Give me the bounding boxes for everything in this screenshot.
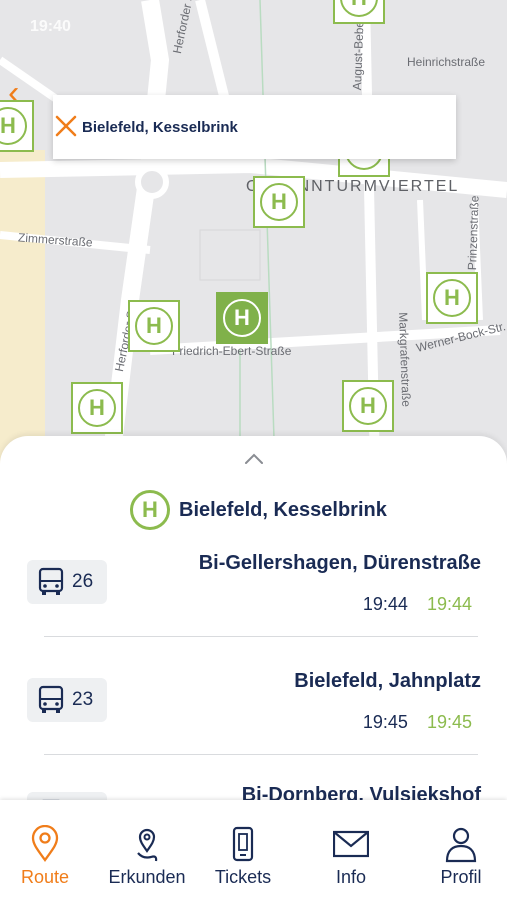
location-pin-icon	[31, 825, 59, 862]
stop-h-icon: H	[260, 183, 298, 221]
selected-stop-label: Bielefeld, Kesselbrink	[82, 118, 238, 136]
sheet-header: H Bielefeld, Kesselbrink	[130, 490, 387, 530]
departure-times: 19:45 19:45	[363, 712, 472, 733]
stop-marker[interactable]: H	[253, 176, 305, 228]
stop-marker-selected[interactable]: H	[216, 292, 268, 344]
chevron-up-icon[interactable]	[244, 452, 264, 466]
street-label: August-Bebel	[350, 17, 367, 91]
tab-erkunden[interactable]: Erkunden	[97, 825, 197, 888]
line-number: 26	[72, 571, 94, 592]
realtime-time: 19:44	[426, 594, 472, 614]
person-icon	[445, 827, 477, 863]
departure-row[interactable]: 26 Bi-Gellershagen, Dürenstraße 19:44 19…	[0, 544, 507, 662]
line-badge: 23	[27, 678, 107, 722]
stop-marker[interactable]: H	[0, 100, 34, 152]
bus-icon	[38, 567, 64, 595]
selected-stop-box[interactable]: Bielefeld, Kesselbrink	[53, 95, 456, 159]
stop-name: Bielefeld, Kesselbrink	[179, 498, 387, 521]
tab-label: Info	[335, 867, 367, 887]
street-label: Prinzenstraße	[465, 195, 482, 271]
tab-label: Erkunden	[108, 867, 186, 887]
stop-h-icon: H	[349, 387, 387, 425]
tab-label: Tickets	[214, 867, 272, 887]
close-icon[interactable]	[53, 113, 79, 139]
street-label: Friedrich-Ebert-Straße	[172, 344, 292, 358]
stop-marker[interactable]: H	[333, 0, 385, 24]
stop-marker[interactable]: H	[426, 272, 478, 324]
departure-times: 19:44 19:44	[363, 594, 472, 615]
envelope-icon	[333, 830, 369, 858]
line-badge: 26	[27, 560, 107, 604]
departures-sheet: H Bielefeld, Kesselbrink 26 Bi-Gellersha…	[0, 436, 507, 836]
stop-marker[interactable]: H	[128, 300, 180, 352]
bottom-tab-bar: Route Erkunden Tickets Info Profil	[0, 800, 507, 900]
stop-h-icon: H	[433, 279, 471, 317]
ticket-phone-icon	[232, 826, 254, 862]
destination: Bielefeld, Jahnplatz	[294, 670, 481, 692]
line-number: 23	[72, 689, 94, 710]
tab-label: Profil	[440, 867, 482, 887]
stop-h-icon: H	[0, 107, 27, 145]
tab-profil[interactable]: Profil	[411, 825, 507, 888]
divider	[44, 636, 478, 637]
tab-info[interactable]: Info	[301, 825, 401, 888]
bus-icon	[38, 685, 64, 713]
destination: Bi-Gellershagen, Dürenstraße	[198, 552, 481, 574]
explore-icon	[137, 828, 158, 862]
tab-label: Route	[20, 867, 70, 887]
realtime-time: 19:45	[426, 712, 472, 732]
scheduled-time: 19:45	[362, 712, 408, 732]
stop-marker[interactable]: H	[71, 382, 123, 434]
stop-h-icon: H	[340, 0, 378, 17]
departure-row[interactable]: 23 Bielefeld, Jahnplatz 19:45 19:45	[0, 662, 507, 780]
street-label: Heinrichstraße	[407, 55, 486, 69]
tab-tickets[interactable]: Tickets	[193, 825, 293, 888]
stop-h-icon: H	[78, 389, 116, 427]
scheduled-time: 19:44	[362, 594, 408, 614]
tab-route[interactable]: Route	[0, 825, 95, 888]
stop-h-icon: H	[130, 490, 170, 530]
divider	[44, 754, 478, 755]
stop-h-icon: H	[223, 299, 261, 337]
stop-marker[interactable]: H	[342, 380, 394, 432]
status-time: 19:40	[30, 18, 71, 35]
map-view[interactable]: 19:40 ‹ Herforder Str. Zimmerstraße Herf…	[0, 0, 507, 470]
stop-h-icon: H	[135, 307, 173, 345]
